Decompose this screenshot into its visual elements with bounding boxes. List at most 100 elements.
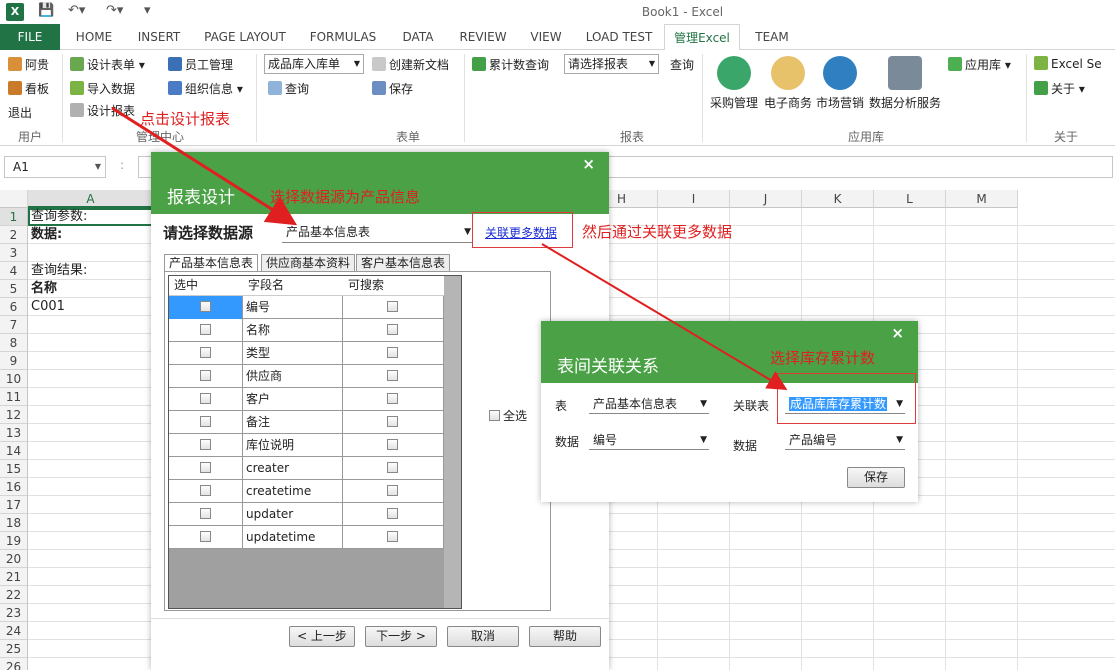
select-checkbox[interactable] [200,508,211,519]
searchable-cell[interactable] [343,411,444,434]
select-checkbox[interactable] [200,439,211,450]
select-checkbox[interactable] [200,531,211,542]
report-select[interactable]: 请选择报表 ▼ [564,54,659,74]
close-icon[interactable]: × [891,324,904,342]
close-icon[interactable]: × [582,155,595,173]
select-cell[interactable] [169,342,243,365]
searchable-checkbox[interactable] [387,393,398,404]
tab-load-test[interactable]: LOAD TEST [578,24,660,50]
table-row[interactable]: 供应商 [169,365,444,388]
select-checkbox[interactable] [200,301,211,312]
tab-supplier-info[interactable]: 供应商基本资料 [261,254,356,272]
design-report-button[interactable]: 设计报表 [70,102,135,119]
tab-formulas[interactable]: FORMULAS [302,24,384,50]
column-header-i[interactable]: I [658,190,730,208]
about-button[interactable]: 关于 ▾ [1034,80,1085,97]
tab-team[interactable]: TEAM [748,24,796,50]
data-select-2[interactable]: 产品编号 ▼ [785,431,905,450]
searchable-cell[interactable] [343,434,444,457]
select-cell[interactable] [169,411,243,434]
row-header-26[interactable]: 26 [0,658,28,670]
data-analysis-button[interactable]: 数据分析服务 [868,56,942,111]
data-select-1[interactable]: 编号 ▼ [589,431,709,450]
org-info-button[interactable]: 组织信息 ▾ [168,80,243,97]
select-checkbox[interactable] [200,324,211,335]
tab-review[interactable]: REVIEW [452,24,514,50]
column-header-k[interactable]: K [802,190,874,208]
select-cell[interactable] [169,388,243,411]
table-row[interactable]: 库位说明 [169,434,444,457]
select-cell[interactable] [169,480,243,503]
table-row[interactable]: 编号 [169,296,444,319]
searchable-cell[interactable] [343,526,444,549]
select-cell[interactable] [169,319,243,342]
row-header-2[interactable]: 2 [0,226,28,244]
searchable-cell[interactable] [343,388,444,411]
row-header-8[interactable]: 8 [0,334,28,352]
design-form-button[interactable]: 设计表单 ▾ [70,56,145,73]
cell-a5[interactable]: 名称 [31,280,57,298]
searchable-cell[interactable] [343,480,444,503]
searchable-checkbox[interactable] [387,462,398,473]
searchable-checkbox[interactable] [387,416,398,427]
table-row[interactable]: updatetime [169,526,444,549]
tab-file[interactable]: FILE [0,24,60,50]
tab-data[interactable]: DATA [394,24,442,50]
searchable-checkbox[interactable] [387,531,398,542]
datasource-select[interactable]: 产品基本信息表 ▼ [282,223,473,243]
app-store-button[interactable]: 应用库 ▾ [948,56,1011,73]
table-select[interactable]: 产品基本信息表 ▼ [589,395,709,414]
searchable-cell[interactable] [343,342,444,365]
searchable-checkbox[interactable] [387,439,398,450]
purchase-management-button[interactable]: 采购管理 [708,56,760,111]
cell-a1[interactable]: 查询参数: [31,208,87,226]
row-header-18[interactable]: 18 [0,514,28,532]
searchable-checkbox[interactable] [387,508,398,519]
row-header-17[interactable]: 17 [0,496,28,514]
tab-manage-excel[interactable]: 管理Excel [664,24,740,51]
excel-service-button[interactable]: Excel Se [1034,56,1102,71]
table-row[interactable]: updater [169,503,444,526]
row-header-12[interactable]: 12 [0,406,28,424]
searchable-checkbox[interactable] [387,324,398,335]
searchable-checkbox[interactable] [387,370,398,381]
searchable-checkbox[interactable] [387,347,398,358]
row-header-22[interactable]: 22 [0,586,28,604]
select-checkbox[interactable] [200,347,211,358]
cancel-button[interactable]: 取消 [447,626,519,647]
table-row[interactable]: createtime [169,480,444,503]
column-header-j[interactable]: J [730,190,802,208]
searchable-cell[interactable] [343,319,444,342]
form-select[interactable]: 成品库入库单 ▼ [264,54,364,74]
select-cell[interactable] [169,526,243,549]
row-header-13[interactable]: 13 [0,424,28,442]
report-query-button[interactable]: 查询 [670,56,694,73]
tab-home[interactable]: HOME [66,24,122,50]
select-all-checkbox[interactable]: 全选 [489,407,527,424]
cell-a2[interactable]: 数据: [31,226,62,244]
select-checkbox[interactable] [200,416,211,427]
table-scrollbar[interactable] [444,276,461,608]
field-table[interactable]: 选中 字段名 可搜索 编号 名称 类型 供应商 客户 备注 库位说明 creater creat… [168,275,462,609]
row-header-9[interactable]: 9 [0,352,28,370]
row-header-20[interactable]: 20 [0,550,28,568]
row-header-10[interactable]: 10 [0,370,28,388]
select-cell[interactable] [169,434,243,457]
new-document-button[interactable]: 创建新文档 [372,56,449,73]
row-header-25[interactable]: 25 [0,640,28,658]
tab-customer-info[interactable]: 客户基本信息表 [356,254,451,272]
searchable-cell[interactable] [343,296,444,319]
row-header-11[interactable]: 11 [0,388,28,406]
help-button[interactable]: 帮助 [529,626,601,647]
import-data-button[interactable]: 导入数据 [70,80,135,97]
table-row[interactable]: creater [169,457,444,480]
logout-button[interactable]: 退出 [8,104,32,121]
staff-management-button[interactable]: 员工管理 [168,56,233,73]
next-button[interactable]: 下一步 > [365,626,437,647]
select-cell[interactable] [169,457,243,480]
related-table-select[interactable]: 成品库库存累计数 ▼ [785,395,905,414]
cell-a4[interactable]: 查询结果: [31,262,87,280]
select-checkbox[interactable] [200,370,211,381]
prev-button[interactable]: < 上一步 [289,626,355,647]
row-header-6[interactable]: 6 [0,298,28,316]
